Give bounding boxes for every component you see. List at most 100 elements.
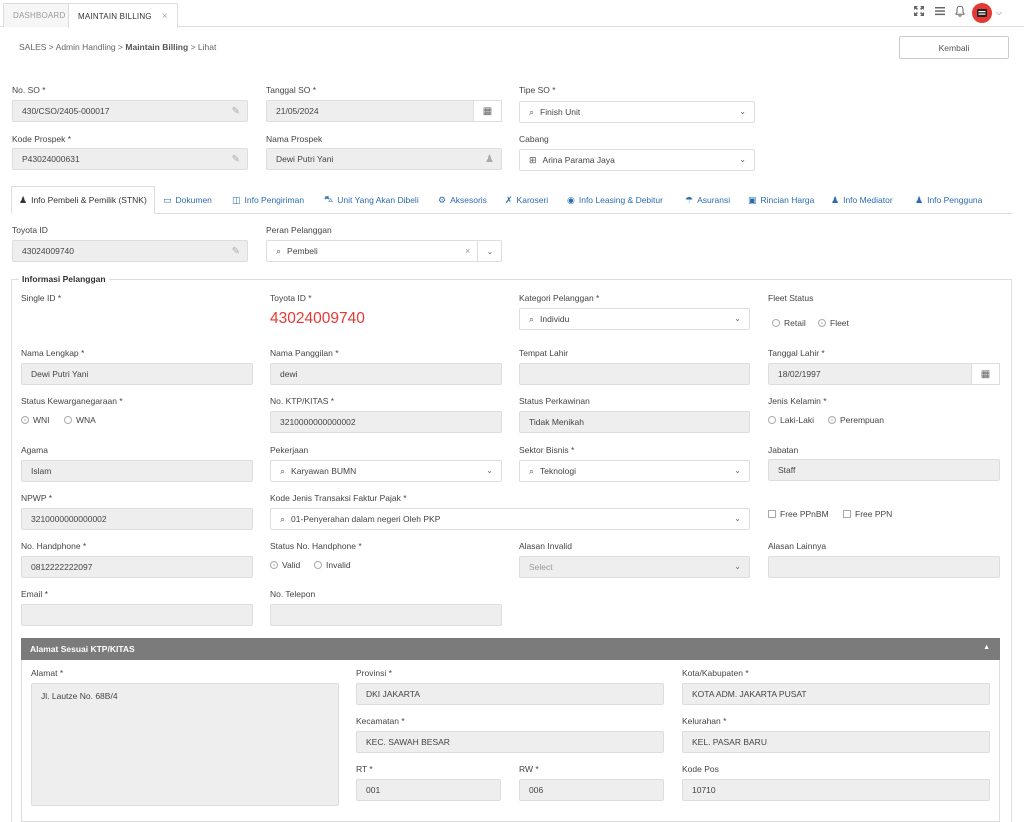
checkbox-free-ppn[interactable]: Free PPN — [843, 509, 892, 519]
kode-faktur-label: Kode Jenis Transaksi Faktur Pajak * — [270, 493, 407, 503]
radio-wna[interactable]: WNA — [64, 415, 96, 425]
no-so-field[interactable]: 430/CSO/2405-000017 ✎ — [12, 100, 248, 122]
user-card-icon — [977, 9, 987, 17]
tab-dokumen[interactable]: ▭ Dokumen — [163, 186, 212, 214]
tanggal-so-field[interactable]: 21/05/2024 — [266, 100, 474, 122]
back-button[interactable]: Kembali — [899, 36, 1009, 59]
tanggal-lahir-field[interactable]: 18/02/1997 — [768, 363, 972, 385]
tab-rincian-harga[interactable]: ▣ Rincian Harga — [748, 186, 814, 214]
calendar-icon[interactable]: ▦ — [971, 363, 1000, 385]
radio-laki-laki[interactable]: Laki-Laki — [768, 415, 814, 425]
collapse-caret-icon[interactable]: ▲ — [983, 644, 990, 651]
radio-fleet[interactable]: Fleet — [818, 318, 849, 328]
radio-checked-icon — [21, 416, 29, 424]
tanggal-so-label: Tanggal SO * — [266, 85, 317, 95]
tab-unit[interactable]: ⛍ Unit Yang Akan Dibeli — [324, 186, 419, 214]
radio-wni[interactable]: WNI — [21, 415, 50, 425]
tab-karoseri[interactable]: ✗ Karoseri — [505, 186, 548, 214]
tab-aksesoris[interactable]: ⚙ Aksesoris — [438, 186, 487, 214]
clear-icon[interactable]: × — [465, 246, 470, 256]
ktp-field[interactable]: 3210000000000002 — [270, 411, 502, 433]
kode-prospek-field[interactable]: P43024000631 ✎ — [12, 148, 248, 170]
nama-prospek-field[interactable]: Dewi Putri Yani ♟ — [266, 148, 502, 170]
kota-field[interactable]: KOTA ADM. JAKARTA PUSAT — [682, 683, 990, 705]
tab-info-pengiriman[interactable]: ◫ Info Pengiriman — [232, 186, 304, 214]
search-icon: ⌕ — [529, 313, 535, 324]
rw-field[interactable]: 006 — [519, 779, 664, 801]
handphone-field[interactable]: 0812222222097 — [21, 556, 253, 578]
toyota-id-field[interactable]: 43024009740 ✎ — [12, 240, 248, 262]
kelurahan-label: Kelurahan * — [682, 716, 727, 726]
tab-label: Rincian Harga — [760, 195, 815, 205]
email-field[interactable] — [21, 604, 253, 626]
checkbox-free-ppnbm[interactable]: Free PPnBM — [768, 509, 829, 519]
menu-icon[interactable] — [934, 5, 946, 20]
tab-info-pembeli[interactable]: ♟ Info Pembeli & Pemilik (STNK) — [11, 186, 155, 214]
email-label: Email * — [21, 589, 48, 599]
sektor-bisnis-select[interactable]: ⌕ Teknologi ⌄ — [519, 460, 750, 482]
kode-pos-value: 10710 — [692, 785, 716, 795]
breadcrumb-item-current: Lihat — [197, 42, 217, 52]
calendar-icon[interactable]: ▦ — [473, 100, 502, 122]
breadcrumb-item[interactable]: SALES — [19, 42, 46, 52]
alamat-panel-header[interactable]: Alamat Sesuai KTP/KITAS ▲ — [21, 638, 1000, 660]
agama-label: Agama — [21, 445, 48, 455]
tab-asuransi[interactable]: ☂ Asuransi — [685, 186, 730, 214]
agama-field[interactable]: Islam — [21, 460, 253, 482]
alamat-textarea[interactable]: Jl. Lautze No. 68B/4 — [31, 683, 339, 806]
no-so-label: No. SO * — [12, 85, 46, 95]
breadcrumb-item[interactable]: Maintain Billing — [125, 42, 188, 52]
bell-icon[interactable] — [954, 5, 966, 20]
pencil-icon: ✎ — [231, 153, 240, 165]
jabatan-field[interactable]: Staff — [768, 459, 1000, 481]
nama-prospek-value: Dewi Putri Yani — [276, 154, 334, 164]
peran-value: Pembeli — [287, 246, 318, 256]
alasan-lainnya-label: Alasan Lainnya — [768, 541, 827, 551]
avatar[interactable] — [972, 3, 992, 23]
kategori-select[interactable]: ⌕ Individu ⌄ — [519, 308, 750, 330]
jabatan-label: Jabatan — [768, 445, 799, 455]
rt-field[interactable]: 001 — [356, 779, 501, 801]
nama-panggilan-field[interactable]: dewi — [270, 363, 502, 385]
kode-pos-field[interactable]: 10710 — [682, 779, 990, 801]
checkbox-icon — [768, 510, 776, 518]
peran-label: Peran Pelanggan — [266, 225, 332, 235]
kode-faktur-select[interactable]: ⌕ 01-Penyerahan dalam negeri Oleh PKP ⌄ — [270, 508, 750, 530]
tab-maintain-billing[interactable]: MAINTAIN BILLING × — [68, 3, 178, 28]
telepon-field[interactable] — [270, 604, 502, 626]
chevron-down-icon[interactable]: ⌵ — [996, 8, 1002, 18]
chevron-down-icon: ⌄ — [734, 562, 741, 571]
tab-label: Unit Yang Akan Dibeli — [337, 195, 419, 205]
radio-valid[interactable]: Valid — [270, 560, 300, 570]
radio-invalid[interactable]: Invalid — [314, 560, 351, 570]
perkawinan-field[interactable]: Tidak Menikah — [519, 411, 750, 433]
tipe-so-select[interactable]: ⌕ Finish Unit ⌄ — [519, 101, 755, 123]
tab-dashboard[interactable]: DASHBOARD — [3, 3, 76, 27]
fullscreen-icon[interactable] — [913, 5, 925, 20]
kecamatan-field[interactable]: KEC. SAWAH BESAR — [356, 731, 664, 753]
toyota-id-display: 43024009740 — [270, 310, 365, 327]
close-icon[interactable]: × — [162, 11, 168, 22]
tab-info-pengguna[interactable]: ♟ Info Pengguna — [915, 186, 982, 214]
nama-lengkap-field[interactable]: Dewi Putri Yani — [21, 363, 253, 385]
tempat-lahir-field[interactable] — [519, 363, 750, 385]
breadcrumb-item[interactable]: Admin Handling — [56, 42, 116, 52]
tab-leasing[interactable]: ◉ Info Leasing & Debitur — [567, 186, 663, 214]
kelurahan-field[interactable]: KEL. PASAR BARU — [682, 731, 990, 753]
toyota-id-label: Toyota ID — [12, 225, 48, 235]
pekerjaan-select[interactable]: ⌕ Karyawan BUMN ⌄ — [270, 460, 502, 482]
radio-perempuan[interactable]: Perempuan — [828, 415, 884, 425]
tab-info-mediator[interactable]: ♟ Info Mediator — [831, 186, 893, 214]
alasan-lainnya-field[interactable] — [768, 556, 1000, 578]
npwp-field[interactable]: 3210000000000002 — [21, 508, 253, 530]
cabang-label: Cabang — [519, 134, 549, 144]
chevron-down-icon[interactable]: ⌄ — [477, 240, 502, 262]
radio-retail[interactable]: Retail — [772, 318, 806, 328]
tanggal-lahir-label: Tanggal Lahir * — [768, 348, 825, 358]
radio-label: Fleet — [830, 318, 849, 328]
radio-checked-icon — [818, 319, 826, 327]
pekerjaan-label: Pekerjaan — [270, 445, 309, 455]
alasan-invalid-select[interactable]: Select ⌄ — [519, 556, 750, 578]
cabang-select[interactable]: ⊞ Arina Parama Jaya ⌄ — [519, 149, 755, 171]
provinsi-field[interactable]: DKI JAKARTA — [356, 683, 664, 705]
